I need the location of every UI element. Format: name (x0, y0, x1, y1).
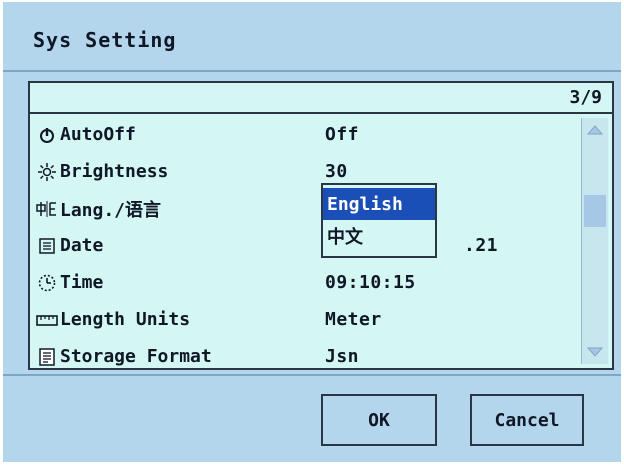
setting-label: Length Units (60, 309, 191, 330)
scroll-up-button[interactable] (582, 120, 608, 140)
language-option-english[interactable]: English (323, 188, 435, 220)
setting-label: Date (60, 235, 104, 256)
calendar-icon (36, 235, 58, 257)
setting-value: 30 (325, 161, 348, 182)
setting-value: Meter (325, 309, 382, 330)
setting-row-time[interactable]: Time 09:10:15 (30, 264, 578, 301)
setting-label: Lang./语言 (60, 199, 162, 221)
window-title: Sys Setting (33, 28, 177, 52)
setting-value: 09:10:15 (325, 272, 416, 293)
power-icon (36, 124, 58, 146)
language-option-chinese[interactable]: 中文 (323, 220, 435, 252)
document-icon (36, 346, 58, 368)
setting-label: AutoOff (60, 124, 136, 145)
language-dropdown[interactable]: English 中文 (321, 183, 437, 258)
footer-divider (3, 374, 621, 376)
ok-button[interactable]: OK (321, 394, 437, 446)
setting-value: .21 (464, 235, 499, 256)
setting-label: Brightness (60, 161, 169, 182)
setting-row-brightness[interactable]: Brightness 30 (30, 153, 578, 190)
brightness-icon (36, 161, 58, 183)
header-divider (30, 112, 612, 114)
scroll-thumb[interactable] (584, 195, 606, 227)
setting-row-storage-format[interactable]: Storage Format Jsn (30, 338, 578, 375)
setting-row-language[interactable]: Lang./语言 (30, 190, 578, 227)
clock-icon (36, 272, 58, 294)
language-icon (36, 198, 58, 220)
setting-value: Jsn (325, 346, 360, 367)
settings-list: AutoOff Off Brightness 30 Lang./语言 Date … (30, 116, 578, 375)
page-counter: 3/9 (569, 87, 602, 108)
ruler-icon (36, 309, 58, 331)
setting-row-autooff[interactable]: AutoOff Off (30, 116, 578, 153)
setting-row-date[interactable]: Date .21 (30, 227, 578, 264)
vertical-scrollbar[interactable] (581, 118, 608, 364)
setting-value: Off (325, 124, 360, 145)
scroll-down-button[interactable] (582, 342, 608, 362)
title-divider (3, 70, 621, 72)
sys-setting-window: Sys Setting 3/9 AutoOff Off Brightness 3… (3, 2, 621, 462)
setting-label: Storage Format (60, 346, 212, 367)
setting-label: Time (60, 272, 104, 293)
setting-row-length-units[interactable]: Length Units Meter (30, 301, 578, 338)
cancel-button[interactable]: Cancel (470, 394, 584, 446)
